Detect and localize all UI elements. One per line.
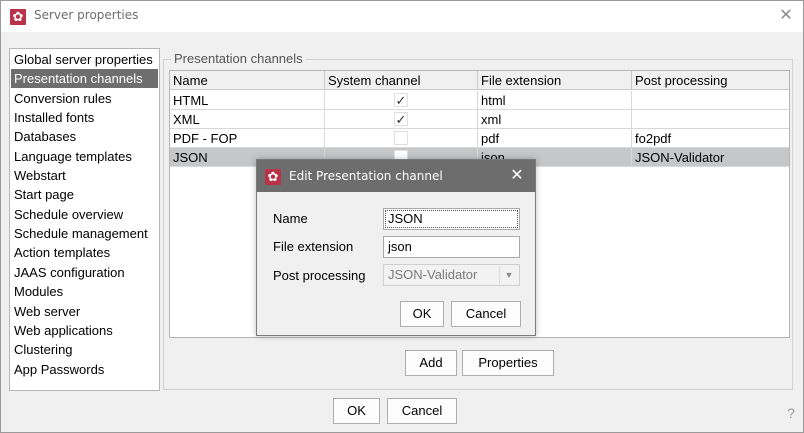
- add-button[interactable]: Add: [405, 350, 457, 376]
- file-extension-label: File extension: [273, 239, 354, 254]
- sidebar-item-language-templates[interactable]: Language templates: [11, 147, 158, 166]
- ok-button[interactable]: OK: [333, 398, 380, 424]
- system-channel-checkbox[interactable]: ✓: [394, 112, 408, 126]
- cell-name: HTML: [170, 91, 325, 110]
- sidebar-item-databases[interactable]: Databases: [11, 127, 158, 146]
- cell-system-channel: [325, 129, 478, 148]
- column-header-name[interactable]: Name: [170, 71, 325, 90]
- table-row[interactable]: PDF - FOP pdf fo2pdf: [170, 129, 789, 148]
- title-bar: ✿ Server properties ✕: [1, 1, 803, 32]
- cell-post-processing: fo2pdf: [632, 129, 789, 148]
- post-processing-value: JSON-Validator: [388, 267, 478, 282]
- sidebar-item-jaas-configuration[interactable]: JAAS configuration: [11, 263, 158, 282]
- cancel-button[interactable]: Cancel: [387, 398, 457, 424]
- app-gear-icon: ✿: [10, 9, 26, 25]
- sidebar-item-presentation-channels[interactable]: Presentation channels: [11, 69, 158, 88]
- cell-extension: pdf: [478, 129, 632, 148]
- edit-presentation-channel-dialog: ✿ Edit Presentation channel ✕ Name JSON …: [256, 159, 536, 336]
- sidebar-item-webstart[interactable]: Webstart: [11, 166, 158, 185]
- cell-name: XML: [170, 110, 325, 129]
- column-header-file-extension[interactable]: File extension: [478, 71, 632, 90]
- column-header-system-channel[interactable]: System channel: [325, 71, 478, 90]
- post-processing-label: Post processing: [273, 268, 366, 283]
- window-title: Server properties: [34, 8, 139, 22]
- dialog-ok-button[interactable]: OK: [400, 301, 444, 327]
- name-label: Name: [273, 211, 308, 226]
- close-icon[interactable]: ✕: [775, 5, 797, 27]
- cell-post-processing: [632, 91, 789, 110]
- sidebar-item-modules[interactable]: Modules: [11, 282, 158, 301]
- column-header-post-processing[interactable]: Post processing: [632, 71, 789, 90]
- cell-system-channel: ✓: [325, 91, 478, 110]
- cell-name: PDF - FOP: [170, 129, 325, 148]
- cell-post-processing: JSON-Validator: [632, 148, 789, 167]
- sidebar-item-start-page[interactable]: Start page: [11, 185, 158, 204]
- cell-system-channel: ✓: [325, 110, 478, 129]
- file-extension-input[interactable]: json: [383, 236, 520, 258]
- dialog-close-icon[interactable]: ✕: [507, 166, 527, 186]
- sidebar-item-installed-fonts[interactable]: Installed fonts: [11, 108, 158, 127]
- system-channel-checkbox[interactable]: ✓: [394, 93, 408, 107]
- table-row[interactable]: XML ✓ xml: [170, 110, 789, 129]
- cell-extension: xml: [478, 110, 632, 129]
- chevron-down-icon[interactable]: ▼: [499, 266, 518, 284]
- dialog-cancel-button[interactable]: Cancel: [451, 301, 521, 327]
- post-processing-select[interactable]: JSON-Validator ▼: [383, 264, 520, 286]
- sidebar-item-web-applications[interactable]: Web applications: [11, 321, 158, 340]
- sidebar-item-web-server[interactable]: Web server: [11, 302, 158, 321]
- sidebar: Global server properties Presentation ch…: [9, 48, 160, 391]
- help-icon[interactable]: ?: [783, 405, 799, 421]
- system-channel-checkbox[interactable]: [394, 131, 408, 145]
- sidebar-item-schedule-overview[interactable]: Schedule overview: [11, 205, 158, 224]
- properties-button[interactable]: Properties: [462, 350, 554, 376]
- sidebar-item-action-templates[interactable]: Action templates: [11, 243, 158, 262]
- cell-extension: html: [478, 91, 632, 110]
- dialog-gear-icon: ✿: [265, 169, 281, 185]
- name-input[interactable]: JSON: [383, 208, 520, 230]
- sidebar-item-conversion-rules[interactable]: Conversion rules: [11, 89, 158, 108]
- sidebar-item-clustering[interactable]: Clustering: [11, 340, 158, 359]
- table-row[interactable]: HTML ✓ html: [170, 91, 789, 110]
- cell-post-processing: [632, 110, 789, 129]
- dialog-title: Edit Presentation channel: [289, 169, 443, 183]
- sidebar-item-global-server-properties[interactable]: Global server properties: [11, 50, 158, 69]
- group-legend: Presentation channels: [171, 51, 306, 66]
- dialog-title-bar: ✿ Edit Presentation channel ✕: [257, 160, 535, 192]
- sidebar-item-app-passwords[interactable]: App Passwords: [11, 360, 158, 379]
- sidebar-item-schedule-management[interactable]: Schedule management: [11, 224, 158, 243]
